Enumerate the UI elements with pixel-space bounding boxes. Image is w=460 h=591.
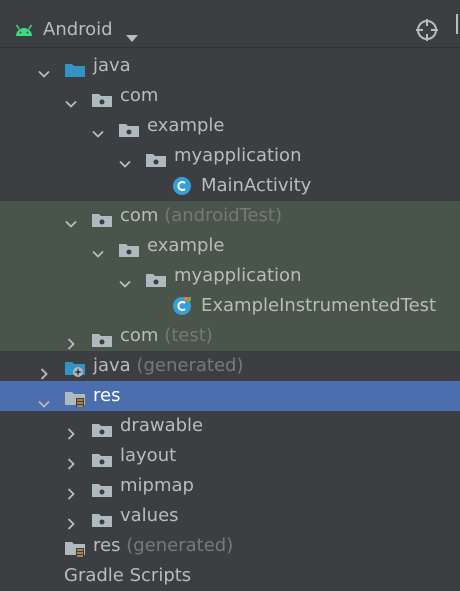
tree-row-suffix: (androidTest) xyxy=(164,205,282,226)
test-class-icon xyxy=(172,296,192,315)
chevron-down-icon[interactable] xyxy=(38,390,50,408)
tree-row[interactable]: ExampleInstrumentedTest xyxy=(0,291,460,321)
chevron-down-icon[interactable] xyxy=(65,90,77,108)
tree-row[interactable]: com (test) xyxy=(0,321,460,351)
chevron-down-icon[interactable] xyxy=(126,27,138,48)
tree-row-label: res (generated) xyxy=(93,535,234,556)
package-icon xyxy=(91,418,112,437)
tree-row-label: com xyxy=(120,85,159,106)
tree-row-label: MainActivity xyxy=(201,175,312,196)
chevron-down-icon[interactable] xyxy=(119,270,131,288)
tree-row-label: com (androidTest) xyxy=(120,205,282,226)
package-icon xyxy=(91,208,112,227)
tree-row[interactable]: values xyxy=(0,501,460,531)
package-icon xyxy=(91,508,112,527)
android-icon xyxy=(14,21,34,42)
package-icon xyxy=(91,328,112,347)
chevron-down-icon[interactable] xyxy=(92,120,104,138)
tree-row-label: example xyxy=(147,115,225,136)
tree-row-suffix: (generated) xyxy=(136,355,244,376)
crosshair-icon[interactable] xyxy=(415,18,439,47)
toolbar-divider xyxy=(452,0,460,48)
tree-row-label: myapplication xyxy=(174,145,302,166)
tree-row-label: ExampleInstrumentedTest xyxy=(201,295,437,316)
resource-folder-icon xyxy=(64,388,85,407)
chevron-right-icon[interactable] xyxy=(38,360,50,380)
chevron-down-icon[interactable] xyxy=(92,240,104,258)
tree-row[interactable]: example xyxy=(0,111,460,141)
package-icon xyxy=(145,268,166,287)
package-icon xyxy=(91,88,112,107)
generated-folder-icon xyxy=(64,358,85,377)
tree-row[interactable]: mipmap xyxy=(0,471,460,501)
tree-row[interactable]: MainActivity xyxy=(0,171,460,201)
project-view-selector[interactable]: Android xyxy=(43,18,113,42)
chevron-down-icon[interactable] xyxy=(119,150,131,168)
tree-row[interactable]: res xyxy=(0,381,460,411)
tree-row-suffix: (generated) xyxy=(126,535,234,556)
tree-row[interactable]: java (generated) xyxy=(0,351,460,381)
tree-row[interactable]: drawable xyxy=(0,411,460,441)
tree-row-label: java xyxy=(93,55,131,76)
tree-row[interactable]: com xyxy=(0,81,460,111)
chevron-down-icon[interactable] xyxy=(65,210,77,228)
tree-row[interactable]: layout xyxy=(0,441,460,471)
tree-row-label: java (generated) xyxy=(93,355,244,376)
tree-row[interactable]: com (androidTest) xyxy=(0,201,460,231)
tree-row-label: example xyxy=(147,235,225,256)
chevron-right-icon[interactable] xyxy=(65,480,77,500)
tree-row-label: res xyxy=(93,385,121,406)
tree-row-label: layout xyxy=(120,445,177,466)
tree-row-suffix: (test) xyxy=(164,325,213,346)
project-tree: java com example myapplication MainActivity c… xyxy=(0,51,460,561)
class-icon xyxy=(172,176,192,195)
tree-row-partial[interactable]: Gradle Scripts xyxy=(0,561,460,591)
project-view-header: Android xyxy=(0,0,460,48)
tree-row-label: com (test) xyxy=(120,325,213,346)
chevron-right-icon[interactable] xyxy=(65,420,77,440)
chevron-right-icon[interactable] xyxy=(65,330,77,350)
package-icon xyxy=(91,478,112,497)
chevron-right-icon[interactable] xyxy=(65,450,77,470)
tree-row[interactable]: myapplication xyxy=(0,141,460,171)
chevron-right-icon[interactable] xyxy=(65,510,77,530)
package-icon xyxy=(118,238,139,257)
tree-row-label: myapplication xyxy=(174,265,302,286)
tree-row-label: mipmap xyxy=(120,475,194,496)
tree-row-label: drawable xyxy=(120,415,204,436)
tree-row[interactable]: example xyxy=(0,231,460,261)
java-folder-icon xyxy=(64,58,85,77)
tree-row[interactable]: java xyxy=(0,51,460,81)
tree-row-label: Gradle Scripts xyxy=(64,565,192,586)
resource-folder-icon xyxy=(64,538,85,557)
tree-row[interactable]: myapplication xyxy=(0,261,460,291)
package-icon xyxy=(91,448,112,467)
package-icon xyxy=(145,148,166,167)
tree-row-label: values xyxy=(120,505,179,526)
package-icon xyxy=(118,118,139,137)
tree-row[interactable]: res (generated) xyxy=(0,531,460,561)
chevron-down-icon[interactable] xyxy=(38,60,50,78)
